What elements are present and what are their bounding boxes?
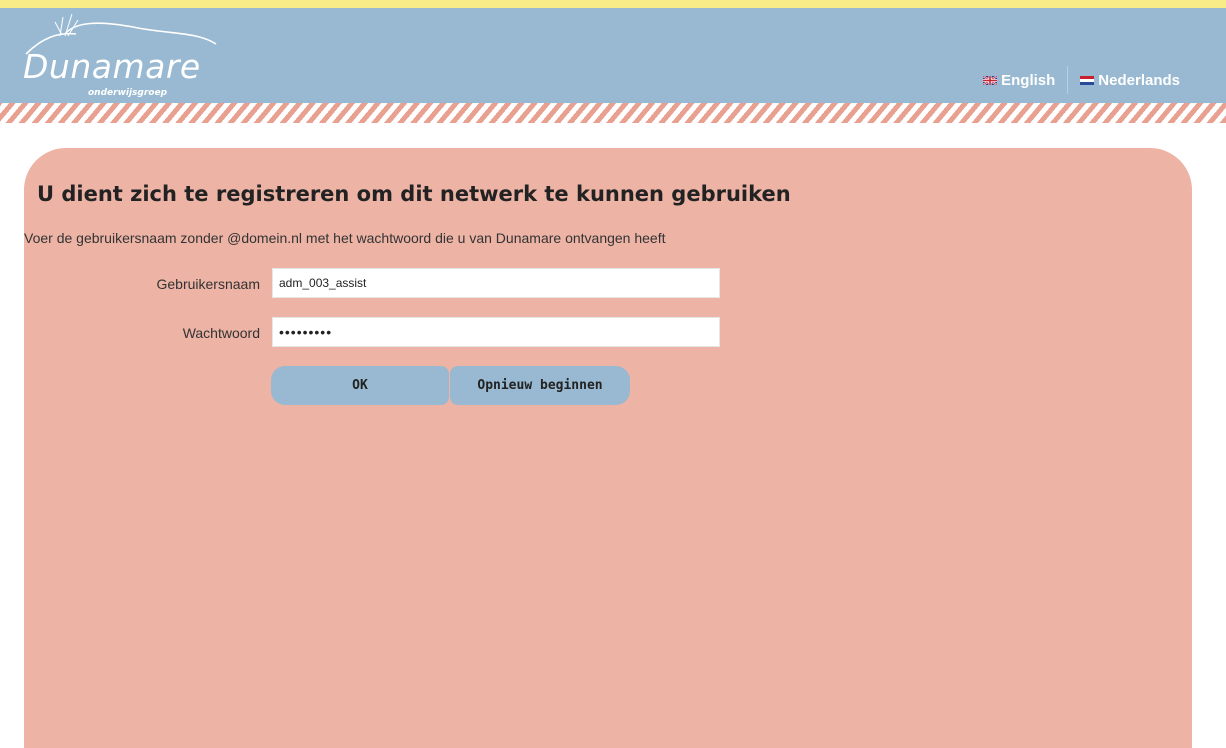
dunamare-logo[interactable]: Dunamare onderwijsgroep xyxy=(20,14,230,100)
logo-subtitle: onderwijsgroep xyxy=(88,88,168,98)
intro-text: Voer de gebruikersnaam zonder @domein.nl… xyxy=(24,230,666,246)
username-input[interactable] xyxy=(272,268,720,298)
language-english-link[interactable]: English xyxy=(983,72,1055,89)
page-title: U dient zich te registreren om dit netwe… xyxy=(37,182,791,206)
reset-button[interactable]: Opnieuw beginnen xyxy=(450,366,630,405)
password-label: Wachtwoord xyxy=(182,325,260,341)
language-dutch-link[interactable]: Nederlands xyxy=(1080,72,1180,89)
language-dutch-label: Nederlands xyxy=(1098,71,1180,89)
top-strip xyxy=(0,0,1226,8)
logo-title: Dunamare xyxy=(23,47,201,86)
language-separator xyxy=(1067,66,1069,94)
username-label: Gebruikersnaam xyxy=(156,276,261,292)
ok-button[interactable]: OK xyxy=(271,366,449,405)
uk-flag-icon xyxy=(983,75,998,85)
password-input[interactable] xyxy=(272,317,720,347)
header-stripes xyxy=(0,103,1226,123)
language-switcher: English Nederlands xyxy=(983,66,1180,94)
nl-flag-icon xyxy=(1080,75,1095,85)
language-english-label: English xyxy=(1001,71,1056,89)
login-panel: U dient zich te registreren om dit netwe… xyxy=(24,148,1192,748)
